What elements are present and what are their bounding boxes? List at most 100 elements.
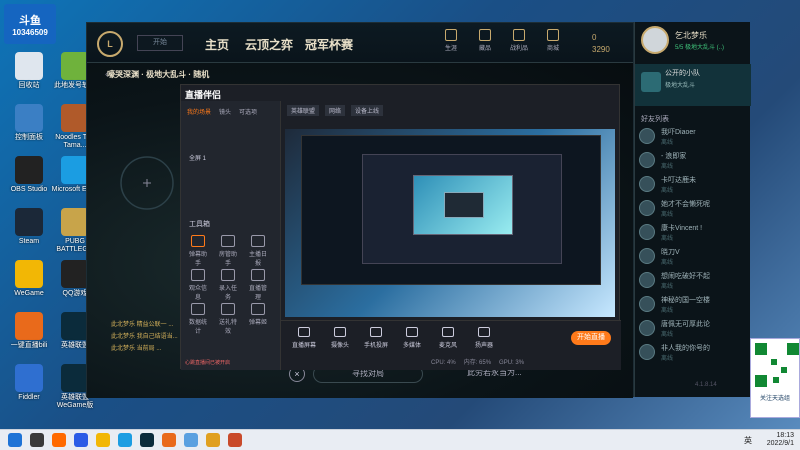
friend-item[interactable]: 她才不会懒死呢 离线 xyxy=(639,198,749,220)
bottom-tool[interactable]: 手机投屏 xyxy=(361,327,391,349)
app-icon xyxy=(61,208,89,236)
taskbar-app-icon[interactable] xyxy=(74,433,88,447)
bottom-tool-label: 麦克风 xyxy=(438,343,457,349)
taskbar-app-icon[interactable] xyxy=(162,433,176,447)
lol-menu-3[interactable]: 商城 xyxy=(539,29,567,52)
profile-avatar[interactable] xyxy=(641,26,669,54)
lol-menu-1[interactable]: 藏品 xyxy=(471,29,499,52)
taskbar: 英 18:13 2022/9/1 xyxy=(0,429,800,450)
bottom-tool[interactable]: 摄像头 xyxy=(325,327,355,349)
streamer-tab[interactable]: 我的场景 xyxy=(187,110,211,116)
bottom-tool[interactable]: 扬声器 xyxy=(469,327,499,349)
tool-item[interactable]: 数据统计 xyxy=(187,303,209,335)
friend-name: 唐佩无可厚此论 xyxy=(661,321,710,328)
friend-name: 神秘的国一空楼 xyxy=(661,297,710,304)
friend-item[interactable]: 卡叮达鹿未 离线 xyxy=(639,174,749,196)
friend-item[interactable]: 非人我的你号的 离线 xyxy=(639,342,749,364)
tool-item[interactable]: 弹幕姬 xyxy=(247,303,269,326)
tool-icon xyxy=(191,235,205,247)
friend-item[interactable]: 我吓Diaoer 离线 xyxy=(639,126,749,148)
scene-item[interactable]: 全屏 1 xyxy=(189,153,206,162)
profile-name: 乞北梦乐 xyxy=(675,31,707,40)
friend-status: 离线 xyxy=(661,284,674,290)
bottom-tool-icon xyxy=(406,327,418,337)
nav-worlds[interactable]: 冠军杯赛 xyxy=(305,36,353,53)
streamer-tab[interactable]: 可选项 xyxy=(239,110,257,116)
bottom-tool-label: 直播屏幕 xyxy=(291,343,316,349)
tool-item[interactable]: 观众信息 xyxy=(187,269,209,301)
tool-label: 观众信息 xyxy=(188,286,207,301)
party-mode: 极地大乱斗 xyxy=(665,83,696,89)
lol-menu-label: 生涯 xyxy=(444,46,457,52)
friend-item[interactable]: 唐佩无可厚此论 离线 xyxy=(639,318,749,340)
friend-item[interactable]: 晓刀V 离线 xyxy=(639,246,749,268)
friend-item[interactable]: - 浪即家 离线 xyxy=(639,150,749,172)
desktop-icon-label: 回收站 xyxy=(18,82,40,89)
party-box[interactable]: 公开的小队 极地大乱斗 xyxy=(635,64,751,106)
tool-item[interactable]: 录入任务 xyxy=(217,269,239,301)
header-field[interactable]: 英雄联盟 xyxy=(287,105,320,116)
streamer-tab[interactable]: 镜头 xyxy=(219,110,231,116)
desktop-icon[interactable]: 回收站 xyxy=(4,52,54,90)
friend-name: 我吓Diaoer xyxy=(661,129,696,136)
start-live-button[interactable]: 开始直播 xyxy=(571,331,611,345)
lol-menu-icon xyxy=(445,29,457,41)
nested-preview-3 xyxy=(413,175,513,235)
lol-menu-0[interactable]: 生涯 xyxy=(437,29,465,52)
tool-item[interactable]: 主播日报 xyxy=(247,235,269,267)
desktop-icon[interactable]: OBS Studio xyxy=(4,156,54,194)
desktop-icon[interactable]: 一键直播bili xyxy=(4,312,54,350)
tool-item[interactable]: 送礼特效 xyxy=(217,303,239,335)
taskbar-app-icon[interactable] xyxy=(184,433,198,447)
tool-item[interactable]: 房管助手 xyxy=(217,235,239,267)
clock[interactable]: 18:13 2022/9/1 xyxy=(767,432,794,448)
desktop-icon[interactable]: Fiddler xyxy=(4,364,54,402)
nav-home[interactable]: 主页 xyxy=(205,36,229,53)
taskbar-app-icon[interactable] xyxy=(140,433,154,447)
taskbar-app-icon[interactable] xyxy=(96,433,110,447)
bottom-tool-icon xyxy=(370,327,382,337)
streamer-sidebar: 我的场景 镜头 可选项 全屏 1 工具箱 弹幕助手 房管助手 主播日报观众信息 录入任务直… xyxy=(181,101,281,370)
friend-item[interactable]: 神秘的国一空楼 离线 xyxy=(639,294,749,316)
app-icon xyxy=(15,52,43,80)
play-button[interactable]: 开始 xyxy=(137,35,183,51)
stream-logo: 斗鱼 10346509 xyxy=(4,4,56,44)
desktop-icon[interactable]: Steam xyxy=(4,208,54,246)
tool-icon xyxy=(221,303,235,315)
taskbar-app-icon[interactable] xyxy=(52,433,66,447)
tool-icon xyxy=(251,303,265,315)
taskbar-app-icon[interactable] xyxy=(30,433,44,447)
header-field[interactable]: 网络 xyxy=(325,105,346,116)
tool-icon xyxy=(191,303,205,315)
tool-item[interactable]: 直播管理 xyxy=(247,269,269,301)
friend-status: 离线 xyxy=(661,212,674,218)
bottom-tool[interactable]: 麦克风 xyxy=(433,327,463,349)
desktop-icon-label: Fiddler xyxy=(18,394,40,401)
app-icon xyxy=(15,312,43,340)
tool-label: 送礼特效 xyxy=(218,320,237,335)
desktop-icon[interactable]: WeGame xyxy=(4,260,54,298)
nav-tft[interactable]: 云顶之弈 xyxy=(245,36,293,53)
lol-logo-icon[interactable]: L xyxy=(97,31,123,57)
taskbar-app-icon[interactable] xyxy=(228,433,242,447)
taskbar-app-icon[interactable] xyxy=(118,433,132,447)
tool-item[interactable]: 弹幕助手 xyxy=(187,235,209,267)
lol-menu-2[interactable]: 战利品 xyxy=(505,29,533,52)
ime-indicator[interactable]: 英 xyxy=(744,435,752,446)
back-icon[interactable]: ‹ xyxy=(105,69,108,80)
taskbar-app-icon[interactable] xyxy=(8,433,22,447)
bottom-tool[interactable]: 多媒体 xyxy=(397,327,427,349)
party-icon xyxy=(641,72,661,92)
friend-item[interactable]: 康卡Vincent ! 离线 xyxy=(639,222,749,244)
friend-item[interactable]: 想闹吃破好不起 离线 xyxy=(639,270,749,292)
header-field[interactable]: 设备上线 xyxy=(351,105,384,116)
desktop-icon[interactable]: 控制面板 xyxy=(4,104,54,142)
friend-name: 她才不会懒死呢 xyxy=(661,201,710,208)
friend-avatar xyxy=(639,176,655,192)
toolbox-title: 工具箱 xyxy=(189,221,210,228)
streamer-toolbar: 直播屏幕 摄像头 手机投屏 多媒体 麦克风 扬声器 开始直播 CPU: 4% 内存: 65%… xyxy=(281,320,621,370)
taskbar-app-icon[interactable] xyxy=(206,433,220,447)
bottom-tool[interactable]: 直播屏幕 xyxy=(289,327,319,349)
status-item: GPU: 3% xyxy=(499,360,525,366)
friend-status: 离线 xyxy=(661,164,674,170)
